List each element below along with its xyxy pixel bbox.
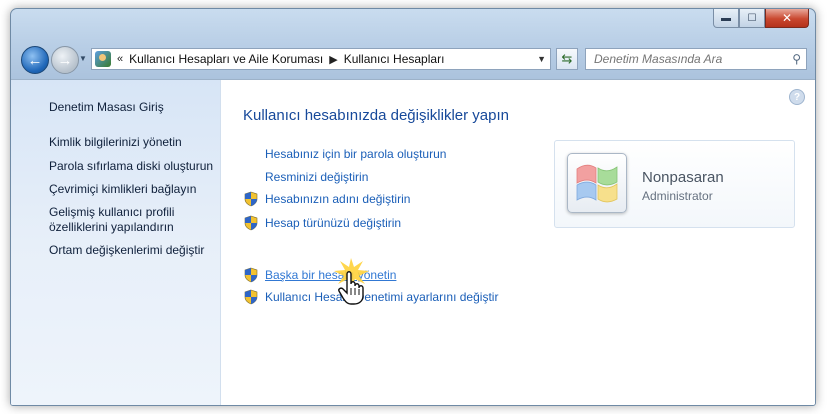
refresh-icon: ⇆ <box>561 51 573 66</box>
help-button[interactable]: ? <box>789 89 805 105</box>
maximize-button[interactable]: ☐ <box>739 9 765 28</box>
control-panel-home-link[interactable]: Denetim Masası Giriş <box>49 100 164 115</box>
environment-variables-link[interactable]: Ortam değişkenlerimi değiştir <box>49 243 204 258</box>
advanced-profile-link-line2[interactable]: özelliklerini yapılandırın <box>49 220 174 235</box>
navigation-toolbar: ← → ▼ « Kullanıcı Hesapları ve Aile Koru… <box>11 45 815 79</box>
address-bar[interactable]: « Kullanıcı Hesapları ve Aile Koruması ▶… <box>91 48 551 70</box>
arrow-left-icon: ← <box>27 51 43 69</box>
avatar[interactable] <box>567 153 627 213</box>
breadcrumb-item-family-safety[interactable]: Kullanıcı Hesapları ve Aile Koruması <box>129 52 323 66</box>
password-reset-disk-link[interactable]: Parola sıfırlama diski oluşturun <box>49 159 213 174</box>
content-area: Denetim Masası Giriş Kimlik bilgileriniz… <box>11 79 815 405</box>
page-title: Kullanıcı hesabınızda değişiklikler yapı… <box>243 107 509 124</box>
address-dropdown-icon[interactable]: ▼ <box>537 54 546 64</box>
create-password-link[interactable]: Hesabınız için bir parola oluşturun <box>243 147 446 161</box>
online-ids-link[interactable]: Çevrimiçi kimlikleri bağlayın <box>49 182 196 197</box>
uac-shield-icon <box>244 267 258 283</box>
breadcrumb-separator-icon[interactable]: ▶ <box>329 53 337 66</box>
minimize-button[interactable]: ▬ <box>713 9 739 28</box>
refresh-button[interactable]: ⇆ <box>556 48 578 70</box>
back-button[interactable]: ← <box>21 46 49 74</box>
left-task-pane: Denetim Masası Giriş Kimlik bilgileriniz… <box>11 80 221 405</box>
change-account-type-link[interactable]: Hesap türünüzü değiştirin <box>243 215 401 231</box>
close-button[interactable]: ✕ <box>765 9 809 28</box>
change-picture-link[interactable]: Resminizi değiştirin <box>243 170 368 184</box>
recent-pages-dropdown[interactable]: ▼ <box>79 54 87 63</box>
search-icon[interactable]: ⚲ <box>792 52 801 66</box>
control-panel-window: ▬ ☐ ✕ ← → ▼ « Kullanıcı Hesapları ve Ail… <box>10 8 816 406</box>
windows-flag-icon <box>576 164 618 203</box>
manage-credentials-link[interactable]: Kimlik bilgilerinizi yönetin <box>49 135 182 150</box>
user-accounts-icon <box>95 51 111 67</box>
breadcrumb-item-user-accounts[interactable]: Kullanıcı Hesapları <box>344 52 445 66</box>
breadcrumb-overflow[interactable]: « <box>117 53 123 65</box>
search-input[interactable] <box>592 51 781 67</box>
help-icon: ? <box>793 91 801 103</box>
forward-button[interactable]: → <box>51 46 79 74</box>
account-role: Administrator <box>642 189 713 203</box>
advanced-profile-link-line1[interactable]: Gelişmiş kullanıcı profili <box>49 205 174 220</box>
uac-shield-icon <box>244 191 258 207</box>
uac-shield-icon <box>244 215 258 231</box>
uac-shield-icon <box>244 289 258 305</box>
account-name: Nonpasaran <box>642 169 724 186</box>
caption-buttons: ▬ ☐ ✕ <box>713 9 809 29</box>
search-box[interactable]: ⚲ <box>585 48 807 70</box>
arrow-right-icon: → <box>57 51 73 69</box>
account-card: Nonpasaran Administrator <box>554 140 795 228</box>
change-account-name-link[interactable]: Hesabınızın adını değiştirin <box>243 191 410 207</box>
hand-cursor-icon <box>334 258 369 305</box>
